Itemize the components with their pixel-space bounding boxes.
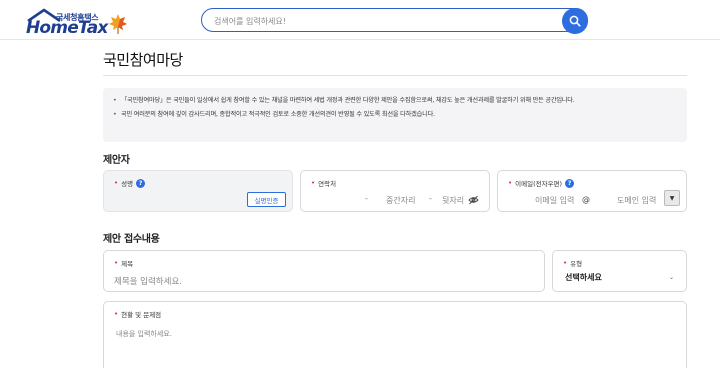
email-local-input[interactable]: 이메일 입력 [535,195,574,206]
required-mark: • [114,310,119,318]
required-mark: • [114,179,119,187]
help-icon[interactable]: ? [136,178,146,188]
receipt-section-title: 제안 접수내용 [103,234,160,245]
email-label: • 이메일(전자우편) ? [508,178,575,188]
name-field: • 성명 ? 실명인증 [103,170,293,212]
issue-label: • 현황 및 문제점 [114,310,162,319]
title-divider [103,75,687,76]
chevron-down-icon: ▼ [669,194,675,202]
subject-input[interactable]: 제목을 입력하세요. [114,275,182,287]
required-mark: • [114,259,119,267]
notice-item: 「국민참여마당」은 국민들이 일상에서 쉽게 참여할 수 있는 채널을 마련하여… [113,96,677,105]
search-input[interactable] [214,13,544,29]
contact-middle-input[interactable]: 중간자리 [386,195,415,206]
email-domain-input[interactable]: 도메인 입력 [617,195,656,206]
contact-label: • 연락처 [311,179,337,188]
name-label: • 성명 ? [114,178,146,188]
required-mark: • [563,259,568,267]
maple-leaf-icon [109,14,127,34]
issue-textarea[interactable]: 내용을 입력하세요. [116,329,172,339]
type-select[interactable]: • 유형 선택하세요 ⌄ [552,250,687,292]
notice-item: 국민 여러분의 참여에 깊이 감사드리며, 종합적이고 적극적인 검토로 소중한… [113,110,677,119]
search-box [201,8,588,34]
email-at-sign: @ [582,195,590,204]
top-header: 국세청홈택스 HomeTax [0,0,720,40]
required-mark: • [311,179,316,187]
search-button[interactable] [562,8,588,34]
contact-dash: - [365,194,368,203]
contact-last-input[interactable]: 뒷자리 [442,195,464,206]
contact-field[interactable]: • 연락처 - 중간자리 - 뒷자리 [300,170,490,212]
proposer-section-title: 제안자 [103,155,130,166]
type-label: • 유형 [563,259,583,268]
page-title: 국민참여마당 [103,51,183,69]
logo-title: HomeTax [26,18,108,38]
chevron-down-icon: ⌄ [668,274,674,281]
search-icon [569,15,581,27]
help-icon[interactable]: ? [565,178,575,188]
type-select-value: 선택하세요 [565,273,602,282]
eye-off-icon[interactable] [468,195,479,205]
required-mark: • [508,179,513,187]
real-name-verify-button[interactable]: 실명인증 [247,192,286,207]
notice-box: 「국민참여마당」은 국민들이 일상에서 쉽게 참여할 수 있는 채널을 마련하여… [103,88,687,142]
subject-label: • 제목 [114,259,134,268]
email-field: • 이메일(전자우편) ? 이메일 입력 @ 도메인 입력 ▼ [497,170,687,212]
contact-dash: - [429,194,432,203]
hometax-logo[interactable]: 국세청홈택스 HomeTax [12,4,128,38]
issue-field[interactable]: • 현황 및 문제점 내용을 입력하세요. [103,301,687,368]
subject-field[interactable]: • 제목 제목을 입력하세요. [103,250,545,292]
domain-select-button[interactable]: ▼ [664,190,680,206]
